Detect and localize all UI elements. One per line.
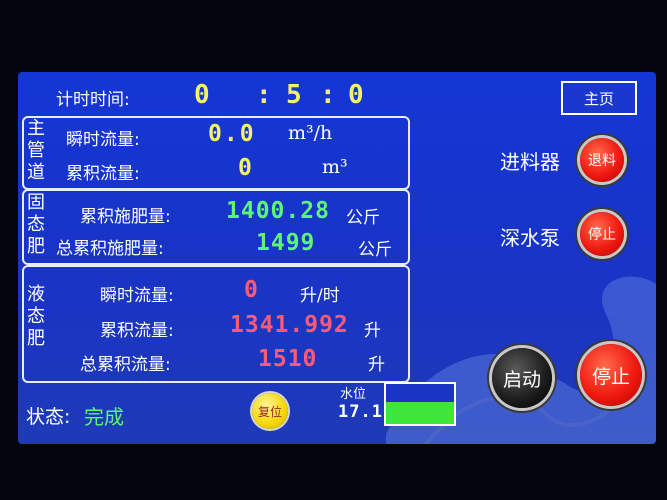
status-value: 完成 [84,405,124,429]
main-total-value: 0 [238,155,254,181]
water-level-fill [386,402,454,424]
pump-stop-button[interactable]: 停止 [580,212,624,256]
main-total-unit: m³ [322,156,348,178]
water-level-label: 水位 [340,387,367,402]
solid-total-unit: 公斤 [358,240,392,260]
liquid-acc-unit: 升 [364,321,381,341]
feeder-unload-button[interactable]: 退料 [580,138,624,182]
solid-acc-label: 累积施肥量: [80,207,171,227]
pump-label: 深水泵 [500,226,560,250]
timer-separator-1: : [256,80,274,110]
water-level-value: 17.1 [338,402,383,422]
main-pipe-title: 主 管 道 [27,118,45,183]
hmi-screen: 计时时间: 0 : 5 : 0 主页 主 管 道 瞬时流量: 0.0 m³/h … [18,72,656,444]
solid-total-label: 总累积施肥量: [56,239,164,259]
water-level-gauge [384,382,456,426]
liquid-instant-value: 0 [244,277,260,303]
main-instant-value: 0.0 [208,121,256,147]
liquid-acc-label: 累积流量: [100,321,174,341]
feeder-label: 进料器 [500,150,560,174]
main-instant-label: 瞬时流量: [66,130,140,150]
status-label: 状态: [26,406,71,428]
solid-fertilizer-title: 固 态 肥 [27,192,45,257]
liquid-total-label: 总累积流量: [80,355,171,375]
stop-button[interactable]: 停止 [580,344,642,406]
solid-total-value: 1499 [256,230,316,256]
liquid-fertilizer-title: 液 态 肥 [27,284,45,349]
timer-label: 计时时间: [56,90,130,110]
liquid-total-unit: 升 [368,355,385,375]
home-button[interactable]: 主页 [561,81,637,115]
solid-acc-unit: 公斤 [346,208,380,228]
liquid-instant-unit: 升/时 [300,286,340,306]
main-total-label: 累积流量: [66,164,140,184]
timer-seconds: 0 [348,80,366,110]
liquid-total-value: 1510 [258,346,318,372]
main-instant-unit: m³/h [288,122,333,144]
timer-minutes: 5 [286,80,304,110]
timer-separator-2: : [320,80,338,110]
liquid-acc-value: 1341.992 [230,312,349,338]
timer-hours: 0 [194,80,212,110]
liquid-instant-label: 瞬时流量: [100,286,174,306]
reset-button[interactable]: 复位 [252,393,288,429]
start-button[interactable]: 启动 [492,348,552,408]
solid-acc-value: 1400.28 [226,198,330,224]
